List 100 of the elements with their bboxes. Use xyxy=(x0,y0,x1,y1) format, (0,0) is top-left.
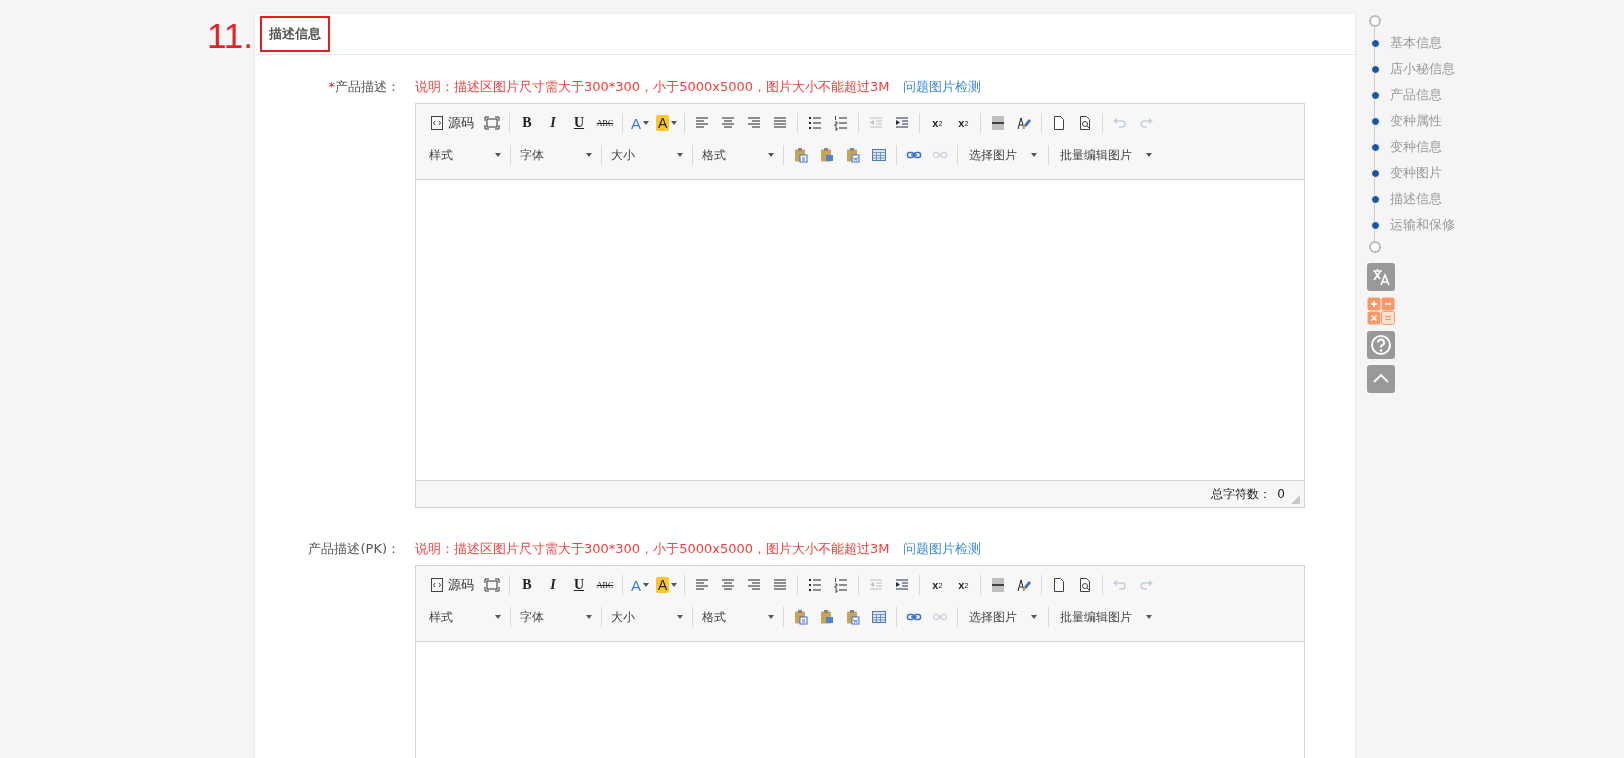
table-icon xyxy=(871,609,887,625)
underline-button[interactable]: U xyxy=(567,111,591,135)
source-button[interactable]: 源码 xyxy=(425,111,478,135)
highlight-color-button[interactable]: A xyxy=(654,573,680,597)
toolbar-dropdown[interactable]: 样式 xyxy=(425,143,505,167)
paste-icon xyxy=(819,609,835,625)
justify-icon xyxy=(772,577,789,593)
caret-icon xyxy=(768,615,774,619)
hint-text: 说明：描述区图片尺寸需大于300*300，小于5000x5000，图片大小不能超过3M xyxy=(415,78,890,96)
char-count-label: 总字符数： xyxy=(1211,485,1272,503)
timeline-dot-icon xyxy=(1371,116,1380,126)
bold-button[interactable]: B xyxy=(515,111,539,135)
hint-text: 说明：描述区图片尺寸需大于300*300，小于5000x5000，图片大小不能超过3M xyxy=(415,540,890,558)
fullscreen-icon xyxy=(484,115,500,131)
toolbar-dropdown[interactable]: 批量编辑图片 xyxy=(1054,605,1158,629)
field-label: *产品描述： xyxy=(327,78,400,96)
font-color-button[interactable]: A xyxy=(628,111,652,135)
indent-icon xyxy=(894,577,911,593)
paste-icon xyxy=(793,147,809,163)
caret-icon xyxy=(677,153,683,157)
caret-icon xyxy=(586,615,592,619)
align-center-icon xyxy=(720,577,737,593)
help-button[interactable] xyxy=(1367,331,1395,359)
align-left-icon xyxy=(694,577,711,593)
toolbar-dropdown[interactable]: 大小 xyxy=(607,605,687,629)
superscript-button[interactable]: x$^{2}$ xyxy=(951,111,976,135)
undo-icon xyxy=(1112,115,1129,131)
code-icon xyxy=(429,577,445,593)
toolbar-dropdown[interactable]: 样式 xyxy=(425,605,505,629)
toolbar-dropdown[interactable]: 字体 xyxy=(516,143,596,167)
caret-icon xyxy=(1146,153,1152,157)
strikethrough-button[interactable]: ABC xyxy=(593,573,617,597)
timeline-start-icon xyxy=(1369,15,1381,27)
chevron-up-button[interactable] xyxy=(1367,365,1395,393)
caret-icon xyxy=(671,583,678,587)
justify-icon xyxy=(772,115,789,131)
toolbar-dropdown[interactable]: 大小 xyxy=(607,143,687,167)
timeline-dot-icon xyxy=(1371,168,1380,178)
paste-icon xyxy=(845,147,861,163)
char-count-value: 0 xyxy=(1277,487,1285,501)
undo-icon xyxy=(1112,577,1129,593)
caret-icon xyxy=(1031,615,1037,619)
resize-handle-icon[interactable] xyxy=(1291,495,1300,504)
timeline-dot-icon xyxy=(1371,142,1380,152)
outdent-icon xyxy=(868,577,885,593)
horizontal-rule-icon xyxy=(990,577,1007,593)
caret-icon xyxy=(768,153,774,157)
paste-icon xyxy=(845,609,861,625)
timeline-dot-icon xyxy=(1371,220,1380,230)
caret-icon xyxy=(495,615,501,619)
toolbar-dropdown[interactable]: 字体 xyxy=(516,605,596,629)
bold-button[interactable]: B xyxy=(515,573,539,597)
format-painter-icon xyxy=(1016,115,1033,131)
toolbar-dropdown[interactable]: 批量编辑图片 xyxy=(1054,143,1158,167)
numbered-list-icon xyxy=(833,115,850,131)
calculator-button[interactable] xyxy=(1367,297,1395,325)
caret-icon xyxy=(677,615,683,619)
font-color-button[interactable]: A xyxy=(628,573,652,597)
italic-button[interactable]: I xyxy=(541,111,565,135)
caret-icon xyxy=(643,121,649,125)
toolbar-dropdown[interactable]: 格式 xyxy=(698,143,778,167)
italic-button[interactable]: I xyxy=(541,573,565,597)
underline-button[interactable]: U xyxy=(567,573,591,597)
caret-icon xyxy=(1146,615,1152,619)
outdent-icon xyxy=(868,115,885,131)
caret-icon xyxy=(1031,153,1037,157)
caret-icon xyxy=(495,153,501,157)
numbered-list-icon xyxy=(833,577,850,593)
indent-icon xyxy=(894,115,911,131)
highlight-color-button[interactable]: A xyxy=(654,111,680,135)
align-right-icon xyxy=(746,115,763,131)
strikethrough-button[interactable]: ABC xyxy=(593,111,617,135)
step-number: 11. xyxy=(206,16,253,56)
superscript-button[interactable]: x$^{2}$ xyxy=(951,573,976,597)
source-button[interactable]: 源码 xyxy=(425,573,478,597)
toolbar-dropdown[interactable]: 选择图片 xyxy=(963,143,1043,167)
bullet-list-icon xyxy=(807,115,824,131)
align-left-icon xyxy=(694,115,711,131)
paste-icon xyxy=(819,147,835,163)
paste-icon xyxy=(793,609,809,625)
table-icon xyxy=(871,147,887,163)
toolbar-dropdown[interactable]: 格式 xyxy=(698,605,778,629)
format-painter-icon xyxy=(1016,577,1033,593)
toolbar-dropdown[interactable]: 选择图片 xyxy=(963,605,1043,629)
code-icon xyxy=(429,115,445,131)
timeline-end-icon xyxy=(1369,241,1381,253)
redo-icon xyxy=(1138,577,1155,593)
bullet-list-icon xyxy=(807,577,824,593)
fullscreen-icon xyxy=(484,577,500,593)
timeline-dot-icon xyxy=(1371,90,1380,100)
align-center-icon xyxy=(720,115,737,131)
translate-button[interactable] xyxy=(1367,263,1395,291)
timeline-dot-icon xyxy=(1371,38,1380,48)
redo-icon xyxy=(1138,115,1155,131)
align-right-icon xyxy=(746,577,763,593)
caret-icon xyxy=(586,153,592,157)
horizontal-rule-icon xyxy=(990,115,1007,131)
section-title: 描述信息 xyxy=(260,16,330,52)
image-check-link[interactable]: 问题图片检测 xyxy=(903,539,982,559)
image-check-link[interactable]: 问题图片检测 xyxy=(903,77,982,97)
